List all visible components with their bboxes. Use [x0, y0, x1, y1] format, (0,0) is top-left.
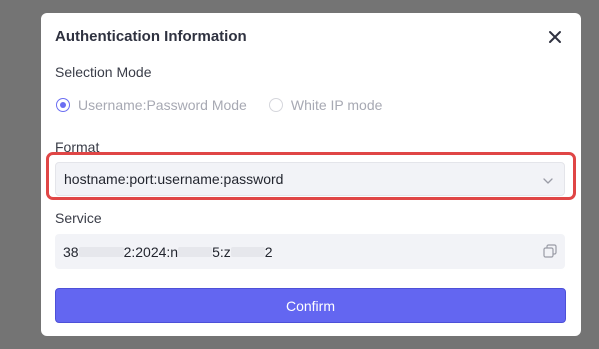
radio-unchecked-icon[interactable]: [268, 98, 283, 112]
radio-username-password[interactable]: Username:Password Mode: [56, 97, 247, 113]
redacted-block: [178, 246, 213, 257]
redacted-block: [230, 246, 265, 257]
radio-checked-icon[interactable]: [56, 98, 70, 112]
radio-label: Username:Password Mode: [78, 97, 247, 113]
confirm-button[interactable]: Confirm: [55, 288, 566, 323]
service-part: 2:2024:n: [123, 243, 179, 260]
service-label: Service: [55, 210, 102, 226]
service-part: 5:z: [212, 243, 231, 260]
close-icon[interactable]: [547, 29, 563, 45]
format-select[interactable]: hostname:port:username:password: [55, 162, 565, 196]
radio-white-ip[interactable]: White IP mode: [268, 97, 383, 113]
selection-mode-label: Selection Mode: [55, 64, 152, 80]
redacted-block: [78, 246, 124, 257]
service-value: 38 2:2024:n 5:z 2: [63, 244, 273, 260]
auth-info-modal: Authentication Information Selection Mod…: [41, 13, 581, 336]
service-part: 38: [63, 243, 79, 260]
copy-icon[interactable]: [543, 244, 557, 258]
modal-title: Authentication Information: [55, 28, 247, 45]
service-field: 38 2:2024:n 5:z 2: [55, 234, 565, 269]
radio-label: White IP mode: [290, 97, 383, 113]
service-part: 2: [264, 243, 273, 260]
mode-radio-group: Username:Password Mode White IP mode: [56, 97, 404, 113]
chevron-down-icon[interactable]: [542, 174, 554, 186]
format-select-value: hostname:port:username:password: [64, 171, 284, 187]
